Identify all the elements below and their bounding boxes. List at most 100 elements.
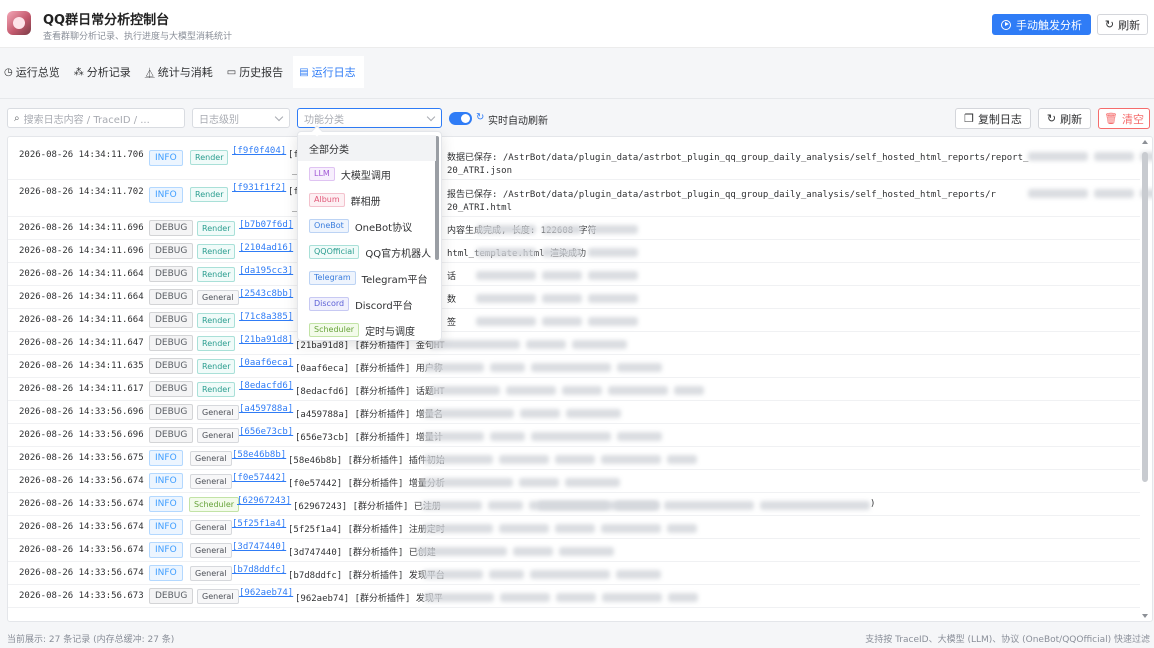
log-row[interactable]: 2026-08-26 14:34:11.635 DEBUG Render [0aaf6… [8, 355, 1140, 378]
flask-icon: ⏅ [144, 68, 155, 80]
clock-icon: ◷ [4, 66, 13, 78]
header-refresh-button[interactable]: ↻ 刷新 [1097, 14, 1148, 35]
manual-trigger-label: 手动触发分析 [1016, 18, 1082, 32]
log-row[interactable]: 2026-08-26 14:33:56.675 INFO General [58e46… [8, 447, 1140, 470]
log-row[interactable]: 2026-08-26 14:34:11.696 DEBUG Render [2104a… [8, 240, 1140, 263]
log-message: 数 [447, 295, 457, 305]
trace-id-link[interactable]: [3d747440] [232, 542, 286, 552]
logs-refresh-button[interactable]: ↻ 刷新 [1038, 108, 1091, 129]
redacted-text [664, 501, 754, 510]
copy-logs-button[interactable]: ❐ 复制日志 [955, 108, 1031, 129]
dropdown-option[interactable]: Telegram Telegram平台 [298, 265, 436, 291]
tab-history-reports[interactable]: ▭ 历史报告 [223, 56, 289, 88]
redacted-text [520, 409, 561, 418]
category-select[interactable]: 功能分类 [297, 108, 442, 128]
log-row[interactable]: 2026-08-26 14:33:56.674 INFO General [f0e57… [8, 470, 1140, 493]
log-row[interactable]: 2026-08-26 14:34:11.664 DEBUG Render [71c8a… [8, 309, 1140, 332]
auto-refresh-toggle[interactable] [449, 112, 472, 125]
trace-id-link[interactable]: [da195cc3] [239, 266, 293, 276]
dropdown-option-label: Telegram平台 [361, 274, 428, 286]
trace-id-link[interactable]: [21ba91d8] [239, 335, 293, 345]
tab-analysis-records[interactable]: ⁂ 分析记录 [70, 56, 137, 88]
scroll-up-icon[interactable] [1142, 140, 1148, 144]
dropdown-option[interactable]: LLM 大模型调用 [298, 161, 436, 187]
log-level-select[interactable]: 日志级别 [192, 108, 290, 128]
trace-id-link[interactable]: [8edacfd6] [239, 381, 293, 391]
log-row[interactable]: 2026-08-26 14:34:11.696 DEBUG Render [b7b07… [8, 217, 1140, 240]
app-logo [7, 11, 31, 35]
logs-refresh-label: 刷新 [1060, 112, 1083, 126]
clear-logs-button[interactable]: 🗑 清空 [1098, 108, 1150, 129]
trace-id-link[interactable]: [62967243] [237, 496, 291, 506]
log-level-badge: INFO [149, 565, 183, 581]
trace-id-link[interactable]: [962aeb74] [239, 588, 293, 598]
log-scrollbar[interactable] [1142, 140, 1148, 618]
trace-id-link[interactable]: [a459788a] [239, 404, 293, 414]
scroll-down-icon[interactable] [1142, 614, 1148, 618]
scroll-thumb[interactable] [1142, 152, 1148, 482]
trace-id-link[interactable]: [f931f1f2] [232, 183, 286, 193]
log-level-badge: INFO [149, 150, 183, 166]
dropdown-option[interactable]: OneBot OneBot协议 [298, 213, 436, 239]
tab-label: 分析记录 [86, 66, 131, 79]
tabs-divider [0, 98, 1154, 99]
log-timestamp: 2026-08-26 14:33:56.675 [19, 453, 144, 463]
redacted-text [542, 271, 582, 280]
log-timestamp: 2026-08-26 14:34:11.706 [19, 150, 144, 160]
log-timestamp: 2026-08-26 14:34:11.617 [19, 384, 144, 394]
trace-id-link[interactable]: [5f25f1a4] [232, 519, 286, 529]
redacted-text [588, 271, 638, 280]
trace-id-link[interactable]: [f9f0f404] [232, 146, 286, 156]
log-row[interactable]: 2026-08-26 14:34:11.706 INFO Render [f9f0f4… [8, 143, 1152, 180]
dropdown-option[interactable]: QQOfficial QQ官方机器人 [298, 239, 436, 265]
trace-id-link[interactable]: [2104ad16] [239, 243, 293, 253]
log-row[interactable]: 2026-08-26 14:33:56.674 INFO Scheduler [629… [8, 493, 1140, 516]
log-category-badge: General [190, 566, 232, 581]
trace-id-link[interactable]: [2543c8bb] [239, 289, 293, 299]
log-row[interactable]: 2026-08-26 14:34:11.617 DEBUG Render [8edac… [8, 378, 1140, 401]
tab-run-logs[interactable]: ▤ 运行日志 [293, 56, 364, 88]
dropdown-option[interactable]: Discord Discord平台 [298, 291, 436, 317]
log-row[interactable]: 2026-08-26 14:34:11.664 DEBUG General [2543… [8, 286, 1140, 309]
tab-overview[interactable]: ◷ 运行总览 [0, 56, 66, 88]
dropdown-option[interactable]: Album 群相册 [298, 187, 436, 213]
search-icon: ⌕ [14, 112, 20, 124]
redacted-text [476, 248, 536, 257]
log-timestamp: 2026-08-26 14:34:11.647 [19, 338, 144, 348]
log-row[interactable]: 2026-08-26 14:34:11.702 INFO Render [f931f1… [8, 180, 1152, 217]
refresh-icon: ↻ [1046, 112, 1057, 125]
log-timestamp: 2026-08-26 14:33:56.673 [19, 591, 144, 601]
manual-trigger-button[interactable]: 手动触发分析 [992, 14, 1091, 35]
log-category-badge: General [190, 543, 232, 558]
dropdown-option[interactable]: Scheduler 定时与调度 [298, 317, 436, 340]
log-row[interactable]: 2026-08-26 14:33:56.673 DEBUG General [962a… [8, 585, 1140, 608]
trace-id-link[interactable]: [f0e57442] [232, 473, 286, 483]
dropdown-option[interactable]: 全部分类 [298, 135, 436, 161]
log-row[interactable]: 2026-08-26 14:33:56.674 INFO General [5f25f… [8, 516, 1140, 539]
log-timestamp: 2026-08-26 14:33:56.696 [19, 430, 144, 440]
redacted-text [423, 570, 484, 579]
log-row[interactable]: 2026-08-26 14:33:56.674 INFO General [3d747… [8, 539, 1140, 562]
log-search-input[interactable]: ⌕ 搜索日志内容 / TraceID / ... [7, 108, 185, 128]
redacted-text [526, 340, 567, 349]
trace-id-link[interactable]: [71c8a385] [239, 312, 293, 322]
log-category-badge: Render [190, 150, 229, 165]
trace-id-link[interactable]: [58e46b8b] [232, 450, 286, 460]
trace-id-link[interactable]: [0aaf6eca] [239, 358, 293, 368]
tab-stats[interactable]: ⏅ 统计与消耗 [141, 56, 219, 88]
log-row[interactable]: 2026-08-26 14:34:11.664 DEBUG Render [da195… [8, 263, 1140, 286]
log-timestamp: 2026-08-26 14:34:11.664 [19, 315, 144, 325]
log-row[interactable]: 2026-08-26 14:33:56.696 DEBUG General [656e… [8, 424, 1140, 447]
log-search-placeholder: 搜索日志内容 / TraceID / ... [23, 114, 150, 126]
log-row[interactable]: 2026-08-26 14:34:11.647 DEBUG Render [21ba9… [8, 332, 1140, 355]
log-category-badge: Render [197, 359, 236, 374]
log-level-badge: DEBUG [149, 404, 194, 420]
trace-id-link[interactable]: [b7b07f6d] [239, 220, 293, 230]
trace-id-link[interactable]: [b7d8ddfc] [232, 565, 286, 575]
trace-id-link[interactable]: [656e73cb] [239, 427, 293, 437]
log-row[interactable]: 2026-08-26 14:33:56.696 DEBUG General [a459… [8, 401, 1140, 424]
dropdown-option-label: 群相册 [350, 196, 381, 208]
category-chip: QQOfficial [309, 245, 360, 259]
log-message: 报告已保存: /AstrBot/data/plugin_data/astrbot… [447, 190, 996, 200]
log-row[interactable]: 2026-08-26 14:33:56.674 INFO General [b7d8d… [8, 562, 1140, 585]
